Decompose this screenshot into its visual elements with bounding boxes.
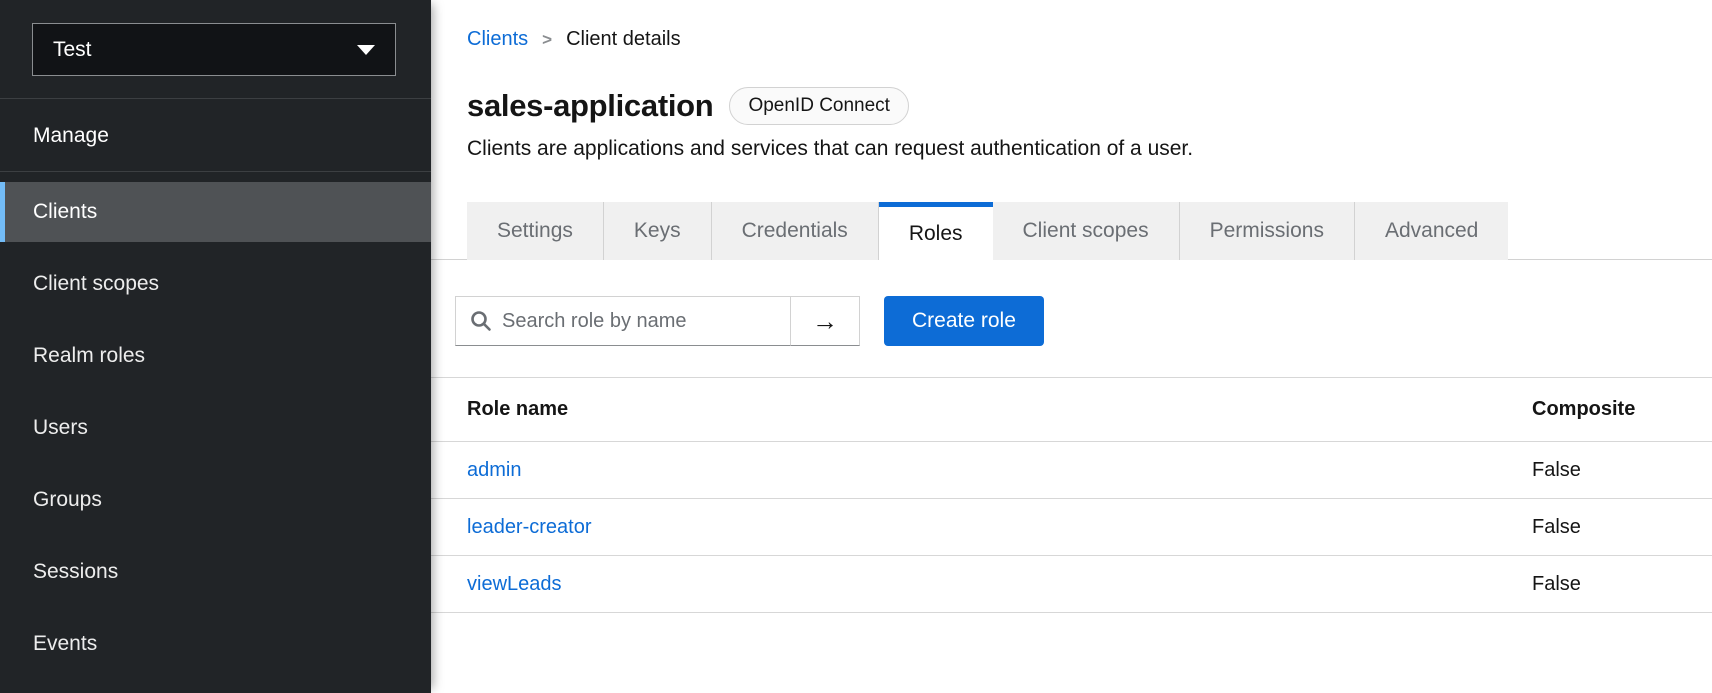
- composite-value: False: [1532, 516, 1712, 539]
- sidebar-masthead: Test: [0, 0, 431, 99]
- composite-value: False: [1532, 573, 1712, 596]
- roles-table: Role name Composite admin False leader-c…: [431, 377, 1712, 613]
- tab-roles[interactable]: Roles: [879, 202, 993, 261]
- tabs-bar: Settings Keys Credentials Roles Client s…: [431, 202, 1712, 260]
- page-description: Clients are applications and services th…: [467, 137, 1676, 161]
- table-header-row: Role name Composite: [431, 378, 1712, 442]
- main-content: Clients > Client details sales-applicati…: [431, 0, 1712, 693]
- tab-settings[interactable]: Settings: [467, 202, 604, 260]
- table-row: viewLeads False: [431, 556, 1712, 613]
- breadcrumb: Clients > Client details: [431, 0, 1712, 51]
- realm-selector-dropdown[interactable]: Test: [32, 23, 396, 76]
- composite-value: False: [1532, 459, 1712, 482]
- search-group: →: [455, 296, 860, 346]
- sidebar: Test Manage Clients Client scopes Realm …: [0, 0, 431, 693]
- page-title: sales-application: [467, 88, 713, 124]
- realm-selector-label: Test: [53, 38, 92, 62]
- sidebar-item-events[interactable]: Events: [0, 614, 431, 674]
- sidebar-item-groups[interactable]: Groups: [0, 470, 431, 530]
- tab-credentials[interactable]: Credentials: [712, 202, 879, 260]
- sidebar-item-clients[interactable]: Clients: [0, 182, 431, 242]
- protocol-badge: OpenID Connect: [729, 87, 909, 125]
- breadcrumb-link-clients[interactable]: Clients: [467, 28, 528, 51]
- search-submit-button[interactable]: →: [790, 296, 860, 346]
- roles-toolbar: → Create role: [431, 296, 1712, 346]
- sidebar-item-realm-roles[interactable]: Realm roles: [0, 326, 431, 386]
- column-header-role-name: Role name: [431, 398, 1532, 421]
- search-box: [455, 296, 790, 346]
- page-header: sales-application OpenID Connect Clients…: [431, 87, 1712, 161]
- breadcrumb-separator-icon: >: [542, 30, 552, 50]
- sidebar-item-sessions[interactable]: Sessions: [0, 542, 431, 602]
- sidebar-item-users[interactable]: Users: [0, 398, 431, 458]
- tab-advanced[interactable]: Advanced: [1355, 202, 1508, 260]
- search-input[interactable]: [502, 310, 790, 333]
- arrow-right-icon: →: [812, 306, 838, 337]
- role-link-viewleads[interactable]: viewLeads: [467, 573, 562, 595]
- nav-list: Clients Client scopes Realm roles Users …: [0, 172, 431, 674]
- tab-permissions[interactable]: Permissions: [1180, 202, 1355, 260]
- table-row: admin False: [431, 442, 1712, 499]
- create-role-button[interactable]: Create role: [884, 296, 1044, 346]
- column-header-composite: Composite: [1532, 398, 1712, 421]
- role-link-leader-creator[interactable]: leader-creator: [467, 516, 592, 538]
- caret-down-icon: [357, 45, 375, 55]
- table-row: leader-creator False: [431, 499, 1712, 556]
- breadcrumb-current: Client details: [566, 28, 681, 51]
- tab-keys[interactable]: Keys: [604, 202, 712, 260]
- tab-client-scopes[interactable]: Client scopes: [993, 202, 1180, 260]
- sidebar-item-client-scopes[interactable]: Client scopes: [0, 254, 431, 314]
- role-link-admin[interactable]: admin: [467, 459, 521, 481]
- nav-section-title: Manage: [0, 99, 431, 172]
- search-icon: [470, 310, 492, 332]
